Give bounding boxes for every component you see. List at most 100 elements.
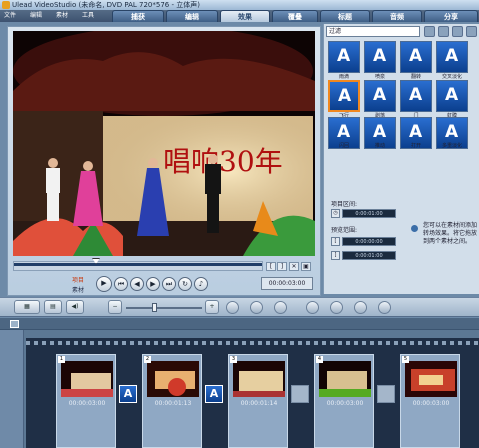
record-icon[interactable] — [306, 301, 319, 314]
volume-button[interactable]: ♪ — [194, 277, 208, 291]
transition-thumb[interactable]: A — [436, 41, 468, 73]
end-button[interactable]: ⏭ — [162, 277, 176, 291]
storyboard-view-button[interactable]: ▦ — [14, 300, 40, 314]
transition-thumb-selected[interactable]: A — [328, 80, 360, 112]
app-icon — [2, 1, 10, 9]
step-edit[interactable]: 编辑 — [166, 10, 218, 22]
film-sprocket-top — [26, 341, 479, 345]
next-frame-button[interactable]: ▶ — [146, 277, 160, 291]
transition-label: 雨滴 — [338, 74, 349, 80]
transition-label: 喷泉 — [374, 74, 385, 80]
clock-icon: ◷ — [331, 209, 340, 218]
mixer-icon[interactable] — [330, 301, 343, 314]
timeline-ruler[interactable] — [0, 318, 479, 330]
range-start-icon: [ — [331, 237, 340, 246]
duration-label: 项目区间: — [331, 201, 358, 208]
mark-in-button[interactable]: [ — [266, 262, 276, 271]
transition-thumb[interactable]: A — [436, 80, 468, 112]
step-share[interactable]: 分享 — [424, 10, 478, 22]
audio-view-button[interactable]: ◀) — [66, 300, 84, 314]
step-effect[interactable]: 效果 — [220, 10, 270, 22]
step-audio[interactable]: 音频 — [372, 10, 422, 22]
range-end-field[interactable]: 0:00:01:00 — [342, 251, 396, 260]
mode-project-label[interactable]: 项目 — [72, 277, 84, 284]
clip-4[interactable]: 4 00:00:03:00 — [314, 354, 374, 448]
clip-thumbnail — [147, 361, 199, 397]
clip-duration: 00:00:03:00 — [326, 400, 364, 407]
step-capture[interactable]: 捕获 — [112, 10, 164, 22]
zoom-slider-knob[interactable] — [152, 303, 157, 312]
range-end-icon: ] — [331, 251, 340, 260]
transition-label: 交叉淡化 — [441, 74, 462, 80]
zoom-slider[interactable] — [126, 307, 202, 309]
undo-icon[interactable] — [250, 301, 263, 314]
folder-icon[interactable] — [424, 26, 435, 37]
preview-video: 唱响30年 — [13, 31, 315, 256]
transition-slot[interactable]: A — [205, 385, 223, 403]
menu-file[interactable]: 文件 — [4, 11, 16, 21]
clip-number: 5 — [402, 356, 409, 363]
timeline-sidebar — [0, 330, 24, 448]
transition-thumb[interactable]: A — [400, 41, 432, 73]
duration-field[interactable]: 0:00:01:00 — [342, 209, 396, 218]
timeline-view-button[interactable]: ▤ — [44, 300, 62, 314]
transition-slot-empty[interactable] — [291, 385, 309, 403]
collapse-icon[interactable] — [10, 320, 19, 328]
category-select[interactable]: 过滤 — [326, 26, 420, 37]
transition-thumb[interactable]: A — [328, 41, 360, 73]
auto-music-icon[interactable] — [354, 301, 367, 314]
range-start-field[interactable]: 0:00:00:00 — [342, 237, 396, 246]
menu-tools[interactable]: 工具 — [82, 11, 94, 21]
transition-label: 多重淡化 — [441, 143, 462, 149]
transition-slot[interactable]: A — [119, 385, 137, 403]
transition-slot-empty[interactable] — [377, 385, 395, 403]
repeat-button[interactable]: ↻ — [178, 277, 192, 291]
stage-banner-text: 唱响30年 — [163, 145, 283, 178]
redo-icon[interactable] — [274, 301, 287, 314]
clip-duration: 00:00:01:13 — [154, 400, 192, 407]
cut-clip-icon[interactable]: ✕ — [289, 262, 299, 271]
step-title[interactable]: 标题 — [320, 10, 370, 22]
step-overlay[interactable]: 覆叠 — [272, 10, 318, 22]
clip-2[interactable]: 2 00:00:01:13 — [142, 354, 202, 448]
transition-thumb[interactable]: A — [364, 41, 396, 73]
transition-label: 推动 — [374, 143, 385, 149]
play-button[interactable]: ▶ — [96, 276, 112, 292]
transition-label: 闪回 — [338, 143, 349, 149]
clip-duration: 00:00:03:00 — [68, 400, 106, 407]
home-button[interactable]: ⏮ — [114, 277, 128, 291]
clip-thumbnail — [61, 361, 113, 397]
prev-frame-button[interactable]: ◀ — [130, 277, 144, 291]
hint-text: 您可以在素材间添加转场效果。将它拖放到两个素材之间。 — [423, 222, 478, 245]
smart-render-icon[interactable] — [378, 301, 391, 314]
menu-clip[interactable]: 素材 — [56, 11, 68, 21]
clip-1[interactable]: 1 00:00:03:00 — [56, 354, 116, 448]
clip-thumbnail — [319, 361, 371, 397]
timecode-display[interactable]: 00:00:03:00 — [261, 277, 313, 290]
mode-clip-label[interactable]: 素材 — [72, 285, 84, 294]
clip-number: 4 — [316, 356, 323, 363]
zoom-in-button[interactable]: + — [205, 300, 219, 314]
transition-label: 打开 — [410, 143, 421, 149]
save-icon[interactable] — [438, 26, 449, 37]
clip-duration: 00:00:03:00 — [412, 400, 450, 407]
zoom-out-button[interactable]: − — [108, 300, 122, 314]
mark-out-button[interactable]: ] — [277, 262, 287, 271]
clip-thumbnail — [233, 361, 285, 397]
hint-icon — [411, 225, 418, 232]
fullscreen-icon[interactable]: ▣ — [301, 262, 311, 271]
transition-thumb[interactable]: A — [364, 80, 396, 112]
clip-number: 3 — [230, 356, 237, 363]
menu-edit[interactable]: 编辑 — [30, 11, 42, 21]
clip-number: 2 — [144, 356, 151, 363]
options-icon[interactable] — [452, 26, 463, 37]
clip-duration: 00:00:01:14 — [240, 400, 278, 407]
window-title: Ulead VideoStudio (未命名, DVD PAL 720*576 … — [0, 0, 479, 10]
clip-5[interactable]: 5 00:00:03:00 — [400, 354, 460, 448]
insert-media-icon[interactable] — [226, 301, 239, 314]
clip-3[interactable]: 3 00:00:01:14 — [228, 354, 288, 448]
transition-thumb[interactable]: A — [400, 80, 432, 112]
scrub-progress — [14, 263, 262, 266]
library-manager-icon[interactable] — [466, 26, 477, 37]
clip-number: 1 — [58, 356, 65, 363]
